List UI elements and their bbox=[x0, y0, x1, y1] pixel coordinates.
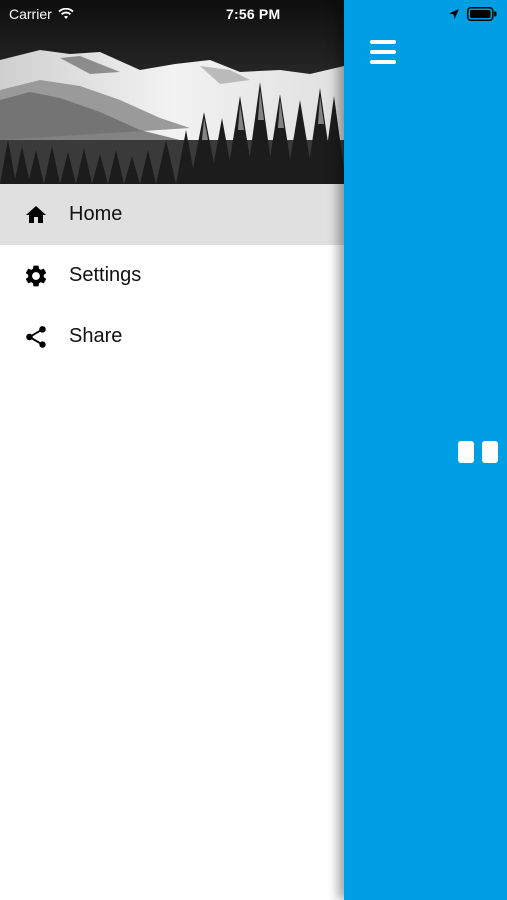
main-content-panel[interactable] bbox=[344, 0, 507, 900]
carrier-label: Carrier bbox=[9, 6, 52, 22]
battery-icon bbox=[467, 7, 497, 21]
status-bar-right bbox=[449, 4, 497, 24]
status-bar-left: Carrier bbox=[9, 4, 74, 24]
menu-item-label: Settings bbox=[69, 264, 142, 286]
drawer-menu: Home Settings Share bbox=[0, 184, 344, 367]
menu-item-label: Home bbox=[69, 203, 123, 225]
navigation-drawer: Carrier 7:56 PM Home Settings Share bbox=[0, 0, 344, 900]
gear-icon bbox=[22, 262, 50, 290]
location-arrow-icon bbox=[449, 9, 459, 19]
hamburger-menu-button[interactable] bbox=[370, 40, 396, 64]
menu-item-share[interactable]: Share bbox=[0, 306, 344, 367]
pause-icon bbox=[458, 441, 498, 463]
wifi-icon bbox=[58, 8, 74, 19]
drawer-header-image bbox=[0, 0, 344, 184]
share-icon bbox=[22, 323, 50, 351]
menu-item-home[interactable]: Home bbox=[0, 184, 344, 245]
menu-item-settings[interactable]: Settings bbox=[0, 245, 344, 306]
status-time: 7:56 PM bbox=[226, 6, 281, 22]
home-icon bbox=[22, 201, 50, 229]
menu-item-label: Share bbox=[69, 325, 123, 347]
